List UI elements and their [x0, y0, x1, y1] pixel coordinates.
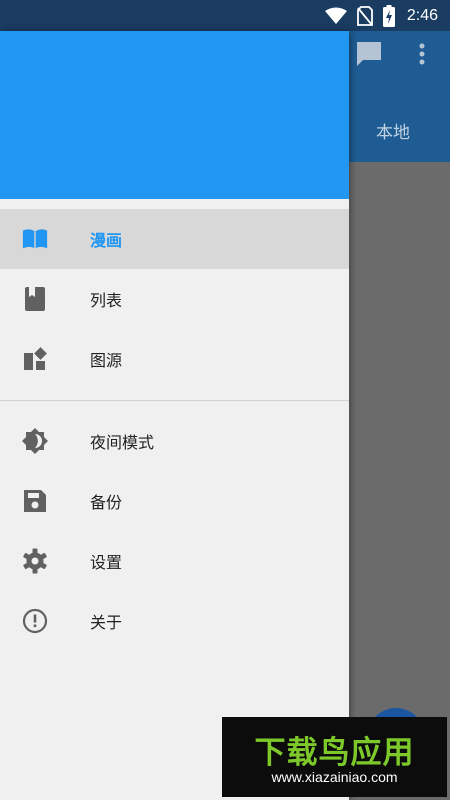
widgets-icon	[21, 345, 49, 373]
status-bar: 2:46	[0, 0, 450, 31]
drawer-item-label: 设置	[90, 553, 123, 572]
no-sim-icon	[356, 5, 373, 26]
info-circle-icon	[21, 607, 49, 635]
drawer-item-label: 图源	[90, 351, 123, 370]
drawer-item-label: 漫画	[90, 231, 123, 250]
navigation-drawer: 漫画 列表 图源 夜间模式 备份 设置 关于	[0, 31, 349, 800]
drawer-item-label: 关于	[90, 613, 123, 632]
drawer-item-list[interactable]: 列表	[0, 269, 349, 329]
wifi-icon	[324, 7, 347, 25]
drawer-item-label: 夜间模式	[90, 433, 155, 452]
more-vert-icon[interactable]	[413, 40, 431, 72]
save-icon	[21, 487, 49, 515]
drawer-item-settings[interactable]: 设置	[0, 531, 349, 591]
drawer-item-about[interactable]: 关于	[0, 591, 349, 651]
gear-icon	[21, 547, 49, 575]
status-icons: 2:46	[324, 0, 438, 31]
drawer-item-manga[interactable]: 漫画	[0, 209, 349, 269]
watermark: 下载鸟应用 www.xiazainiao.com	[222, 717, 447, 797]
battery-charging-icon	[382, 4, 395, 27]
watermark-title: 下载鸟应用	[254, 735, 415, 771]
book-open-icon	[21, 225, 49, 253]
status-time: 2:46	[406, 6, 438, 24]
drawer-header	[0, 31, 349, 199]
drawer-item-label: 备份	[90, 493, 123, 512]
drawer-item-night-mode[interactable]: 夜间模式	[0, 411, 349, 471]
drawer-item-backup[interactable]: 备份	[0, 471, 349, 531]
chat-icon[interactable]	[354, 40, 384, 72]
drawer-item-sources[interactable]: 图源	[0, 329, 349, 389]
tab-local[interactable]: 本地	[350, 118, 436, 143]
drawer-divider	[0, 400, 349, 401]
bookmark-book-icon	[21, 285, 49, 313]
watermark-url: www.xiazainiao.com	[271, 769, 398, 785]
drawer-item-label: 列表	[90, 291, 123, 310]
brightness-icon	[21, 427, 49, 455]
